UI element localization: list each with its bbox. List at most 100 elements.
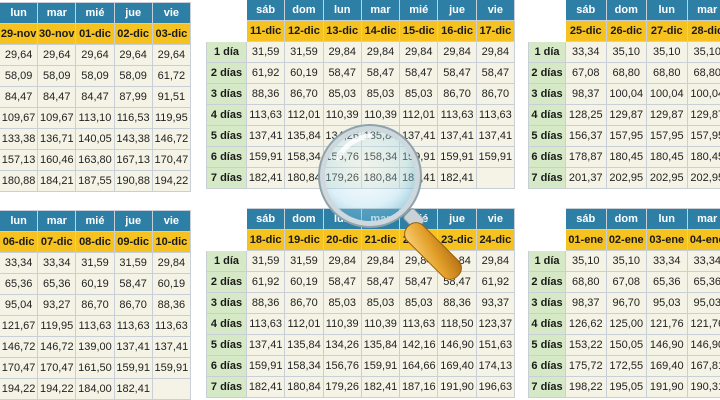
price-cell: 112,01 [284,313,324,335]
price-cell: 85,03 [360,292,401,314]
price-cell: 156,37 [565,125,607,147]
price-cell: 157,13 [0,149,39,171]
price-cell: 151,63 [475,334,516,356]
price-cell: 157,95 [605,125,647,147]
price-cell: 178,87 [565,146,607,168]
price-cell: 163,80 [75,149,115,171]
duration-label: 1 día [206,250,247,272]
price-cell: 86,70 [284,292,324,314]
price-cell: 58,09 [37,65,77,87]
price-cell: 31,59 [245,250,286,272]
price-cell: 35,10 [605,41,647,63]
price-cell: 58,47 [475,62,516,84]
price-cell: 202,95 [646,167,688,189]
price-cell: 93,27 [37,294,77,316]
price-cell: 140,05 [75,128,115,150]
date-header-cell: 09-dic [113,231,153,253]
price-cell: 182,41 [360,376,401,398]
date-header-cell: 13-dic [322,20,362,42]
weekday-header-cell: sáb [245,208,286,230]
table-row: 5 días153,22150,05146,90146,90 [528,334,720,356]
price-cell: 198,22 [565,376,607,398]
weekday-header-cell: dom [284,0,324,21]
weekday-header-cell: jue [437,0,477,21]
price-cell: 31,59 [284,41,324,63]
price-cell [151,378,192,400]
table-row: 170,47 170,47 161,50 159,91 159,91 [0,357,192,379]
price-cell: 190,31 [686,376,720,398]
date-header-cell: 26-dic [605,20,647,42]
price-cell: 29,64 [37,44,77,66]
price-cell: 33,34 [646,250,688,272]
price-cell: 84,47 [75,86,115,108]
price-cell: 91,51 [151,86,192,108]
price-cell: 68,80 [605,62,647,84]
date-header-cell: 27-dic [646,20,688,42]
duration-label: 1 día [206,41,247,63]
price-cell: 113,63 [399,313,439,335]
table-row: 2 días 67,08 68,80 68,80 68,80 [528,62,720,84]
price-cell: 146,90 [437,334,477,356]
table-row: 121,67 119,95 113,63 113,63 113,63 [0,315,192,337]
weekday-header-cell: jue [113,2,153,24]
price-cell: 195,05 [605,376,647,398]
price-cell: 87,99 [113,86,153,108]
price-cell: 146,72 [37,336,77,358]
price-cell: 180,45 [646,146,688,168]
price-cell: 84,47 [0,86,39,108]
price-cell: 137,41 [245,125,286,147]
date-header-cell: 12-dic [284,20,324,42]
price-cell: 135,84 [284,334,324,356]
price-cell: 58,47 [322,62,362,84]
price-cell: 146,72 [0,336,39,358]
price-cell: 60,19 [151,273,192,295]
table-row: 1 día 35,10 35,10 33,34 33,34 [528,250,720,272]
price-cell: 180,88 [0,170,39,192]
price-cell: 98,37 [565,292,607,314]
price-cell: 29,64 [0,44,39,66]
price-cell: 159,91 [151,357,192,379]
date-header-row: 01-ene02-ene03-ene04-ene [528,229,720,251]
table-row: 1 día 33,34 35,10 35,10 35,10 [528,41,720,63]
header-corner [528,0,566,21]
price-table-dec25-dec28: sáb dom lun mar 25-dic 26-dic 27-dic 28-dic 1 dí… [528,0,720,189]
weekday-header-cell: lun [646,208,688,230]
table-row: 2 días 61,92 60,19 58,47 58,47 58,47 58,47 58,4… [206,62,516,84]
table-row: 180,88 184,21 187,55 190,88 194,22 [0,170,192,192]
price-cell: 110,39 [322,313,362,335]
price-cell: 182,41 [245,167,286,189]
price-table-nov29-dec03: lun mar mié jue vie 29-nov 30-nov 01-dic 02-dic 0… [0,2,192,192]
table-row: 133,38 136,71 140,05 143,38 146,72 [0,128,192,150]
price-cell: 150,05 [605,334,647,356]
price-cell: 159,91 [360,355,401,377]
price-cell: 121,76 [686,313,720,335]
date-header-cell: 03-ene [646,229,688,251]
duration-label: 3 días [528,83,566,105]
price-cell: 29,84 [399,41,439,63]
price-cell: 58,47 [437,62,477,84]
price-cell: 202,95 [605,167,647,189]
date-header-cell: 18-dic [245,229,286,251]
price-cell: 113,63 [75,315,115,337]
date-header-cell: 04-ene [686,229,720,251]
price-cell: 93,37 [475,292,516,314]
price-cell: 113,63 [151,315,192,337]
weekday-header-cell: mié [75,210,115,232]
price-cell: 113,63 [245,104,286,126]
duration-label: 6 días [206,355,247,377]
price-cell: 31,59 [75,252,115,274]
price-cell: 96,70 [605,292,647,314]
price-cell: 169,40 [646,355,688,377]
table-row: 3 días 88,36 86,70 85,03 85,03 85,03 88,36 93,3… [206,292,516,314]
price-cell: 167,81 [686,355,720,377]
weekday-header-cell: dom [605,208,647,230]
price-cell: 88,36 [151,294,192,316]
price-cell: 160,46 [37,149,77,171]
table-row: 7 días 182,41 180,84 179,26 182,41 187,16 191,… [206,376,516,398]
price-cell: 29,64 [113,44,153,66]
price-cell: 85,03 [322,292,362,314]
price-cell: 100,04 [646,83,688,105]
table-row: 4 días 113,63 112,01 110,39 110,39 113,63 118,… [206,313,516,335]
price-cell: 58,47 [360,62,401,84]
price-cell: 179,26 [322,376,362,398]
